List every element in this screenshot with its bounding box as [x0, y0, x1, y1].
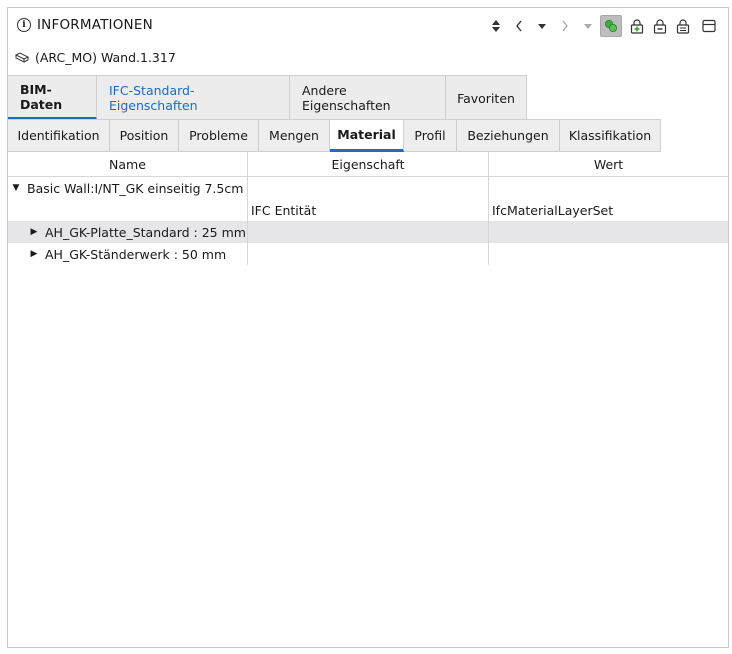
tab-label: Identifikation — [17, 128, 100, 143]
object-label: (ARC_MO) Wand.1.317 — [35, 50, 176, 65]
value-cell — [489, 243, 728, 265]
column-header-name[interactable]: Name — [8, 152, 248, 176]
collapsed-arrow-icon[interactable]: ▶ — [29, 249, 39, 259]
tab-klassifikation[interactable]: Klassifikation — [560, 119, 661, 152]
tab-favoriten[interactable]: Favoriten — [446, 76, 527, 120]
tab-label: Andere Eigenschaften — [302, 83, 391, 113]
lock-icon[interactable] — [672, 15, 694, 37]
highlight-link-icon[interactable] — [600, 15, 622, 37]
value-cell: IfcMaterialLayerSet — [492, 202, 614, 218]
wall-icon — [15, 51, 29, 63]
collapsed-arrow-icon[interactable]: ▶ — [29, 227, 39, 237]
tab-mengen[interactable]: Mengen — [259, 119, 330, 152]
property-cell: IFC Entität — [248, 199, 489, 221]
property-cell — [248, 221, 489, 243]
value-cell — [489, 221, 728, 243]
tab-andere-eigenschaften[interactable]: Andere Eigenschaften — [290, 76, 446, 120]
primary-tabs: BIM-Daten IFC-Standard-Eigenschaften And… — [8, 75, 527, 120]
name-cell — [8, 199, 248, 221]
tab-ifc-standard-eigenschaften[interactable]: IFC-Standard-Eigenschaften — [97, 76, 290, 120]
tab-label: Mengen — [269, 128, 319, 143]
chevron-right-icon[interactable] — [554, 15, 576, 37]
lock-remove-icon[interactable] — [649, 15, 671, 37]
name-cell: ▶ AH_GK-Platte_Standard : 25 mm — [8, 221, 248, 243]
header-toolbar — [484, 15, 720, 37]
expanded-arrow-icon[interactable]: ▼ — [11, 183, 21, 193]
table-row[interactable]: ▶ AH_GK-Ständerwerk : 50 mm — [8, 243, 728, 265]
tab-bim-daten[interactable]: BIM-Daten — [8, 76, 97, 120]
info-icon: i — [17, 18, 31, 32]
table-header: Name Eigenschaft Wert — [8, 152, 728, 177]
caret-down-icon[interactable] — [531, 15, 553, 37]
cell-text: AH_GK-Ständerwerk : 50 mm — [45, 246, 227, 262]
sort-updown-icon[interactable] — [485, 15, 507, 37]
tab-label: Probleme — [189, 128, 248, 143]
material-table: Name Eigenschaft Wert ▼ Basic Wall:I/NT_… — [8, 152, 728, 265]
secondary-tabs: Identifikation Position Probleme Mengen … — [8, 119, 661, 152]
selected-object: (ARC_MO) Wand.1.317 — [15, 50, 176, 65]
tab-label: Beziehungen — [467, 128, 549, 143]
tab-label: IFC-Standard-Eigenschaften — [109, 83, 198, 113]
lock-add-icon[interactable] — [626, 15, 648, 37]
tab-probleme[interactable]: Probleme — [179, 119, 259, 152]
tab-label: Position — [119, 128, 169, 143]
information-panel: i INFORMATIONEN (ARC_MO) Wand.1.317 BIM-… — [7, 7, 729, 648]
tab-label: Favoriten — [457, 90, 515, 106]
tab-beziehungen[interactable]: Beziehungen — [457, 119, 560, 152]
panel-header: i INFORMATIONEN — [8, 8, 728, 44]
table-row[interactable]: ▶ AH_GK-Platte_Standard : 25 mm — [8, 221, 728, 243]
tab-label: BIM-Daten — [20, 81, 63, 112]
tab-label: Klassifikation — [568, 128, 652, 143]
panel-title: INFORMATIONEN — [37, 17, 153, 33]
column-header-eigenschaft[interactable]: Eigenschaft — [248, 152, 489, 176]
table-row[interactable]: IFC Entität IfcMaterialLayerSet — [8, 199, 728, 221]
panel-icon[interactable] — [698, 15, 720, 37]
column-header-wert[interactable]: Wert — [489, 152, 728, 176]
cell-text: AH_GK-Platte_Standard : 25 mm — [45, 224, 246, 240]
panel-title-group: i INFORMATIONEN — [17, 17, 153, 33]
caret-down-icon[interactable] — [577, 15, 599, 37]
tab-identifikation[interactable]: Identifikation — [8, 119, 110, 152]
cell-text: Basic Wall:I/NT_GK einseitig 7.5cm — [27, 180, 244, 196]
name-cell: ▼ Basic Wall:I/NT_GK einseitig 7.5cm — [8, 177, 248, 199]
property-cell — [248, 177, 489, 199]
tab-position[interactable]: Position — [110, 119, 179, 152]
tab-material[interactable]: Material — [330, 119, 404, 152]
table-row[interactable]: ▼ Basic Wall:I/NT_GK einseitig 7.5cm — [8, 177, 728, 199]
tab-label: Material — [337, 127, 396, 142]
tab-profil[interactable]: Profil — [404, 119, 457, 152]
property-cell — [248, 243, 489, 265]
tab-label: Profil — [414, 128, 446, 143]
name-cell: ▶ AH_GK-Ständerwerk : 50 mm — [8, 243, 248, 265]
chevron-left-icon[interactable] — [508, 15, 530, 37]
value-cell — [489, 177, 728, 199]
